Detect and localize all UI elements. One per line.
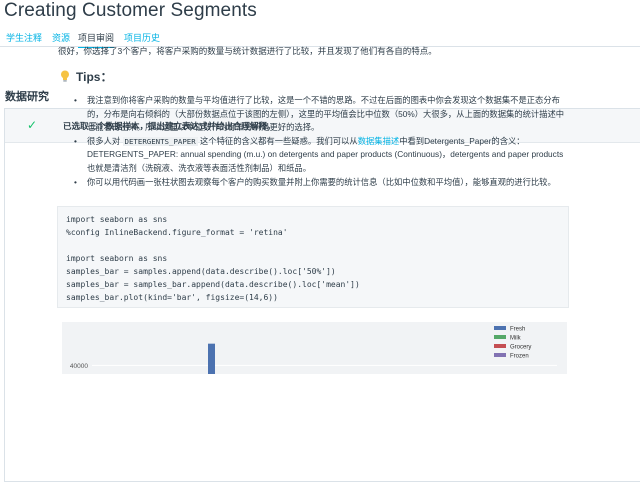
code-line: samples_bar = samples_bar.append(data.de…	[66, 280, 360, 289]
code-line: %config InlineBackend.figure_format = 'r…	[66, 228, 288, 237]
code-line: samples_bar = samples.append(data.descri…	[66, 267, 336, 276]
legend-label-milk: Milk	[510, 336, 522, 342]
tip-text: 很多人对	[87, 135, 121, 146]
bar-fresh	[208, 343, 215, 374]
section-title: 数据研究	[5, 91, 49, 103]
inline-code: DETERGENTS_PAPER	[122, 136, 198, 146]
legend-swatch-frozen	[494, 353, 506, 357]
tip-text: 我注意到你将客户采购的数量与平均值进行了比较，这是一个不错的思路。不过在后面的图…	[87, 95, 565, 133]
y-tick-label: 40000	[70, 363, 88, 370]
list-item: 你可以用代码画一张柱状图去观察每个客户的购买数量并附上你需要的统计信息（比如中位…	[68, 176, 568, 190]
check-icon: ✓	[27, 118, 38, 132]
legend-label-grocery: Grocery	[510, 345, 531, 351]
bar-chart: 40000 Fresh Milk Grocery Frozen	[62, 322, 567, 374]
list-item: 我注意到你将客户采购的数量与平均值进行了比较，这是一个不错的思路。不过在后面的图…	[68, 94, 568, 135]
lightbulb-icon	[61, 70, 69, 82]
tips-title: Tips：	[76, 70, 113, 84]
legend-label-fresh: Fresh	[510, 327, 525, 333]
tip-text: 你可以用代码画一张柱状图去观察每个客户的购买数量并附上你需要的统计信息（比如中位…	[87, 176, 556, 187]
header: Creating Customer Segments 学生注释 资源 项目审阅 …	[0, 0, 640, 48]
tip-text: DETERGENTS_PAPER: annual spending (m.u.)…	[87, 149, 442, 160]
tip-text: 这个特征的含义都有一些疑惑。我们可以从	[200, 135, 358, 146]
dataset-description-link[interactable]: 数据集描述	[358, 136, 400, 146]
review-comment: 很好，你选择了3个客户，将客户采购的数量与统计数据进行了比较，并且发现了他们有各…	[58, 46, 437, 56]
legend-label-frozen: Frozen	[510, 354, 529, 360]
code-line: import seaborn as sns	[66, 254, 168, 263]
tips-list: 我注意到你将客户采购的数量与平均值进行了比较，这是一个不错的思路。不过在后面的图…	[68, 94, 568, 189]
list-item: 很多人对 DETERGENTS_PAPER 这个特征的含义都有一些疑惑。我们可以…	[68, 135, 568, 176]
legend-swatch-milk	[494, 335, 506, 339]
legend-swatch-grocery	[494, 344, 506, 348]
legend-swatch-fresh	[494, 326, 506, 330]
tab-resources[interactable]: 资源	[52, 31, 70, 44]
code-line: samples_bar.plot(kind='bar', figsize=(14…	[66, 293, 278, 302]
page-title: Creating Customer Segments	[4, 0, 257, 21]
code-block: import seaborn as sns %config InlineBack…	[57, 206, 569, 308]
chart-svg: 40000 Fresh Milk Grocery Frozen	[70, 326, 557, 374]
tab-student-notes[interactable]: 学生注释	[6, 31, 42, 44]
code-line: import seaborn as sns	[66, 215, 168, 224]
tab-project-history[interactable]: 项目历史	[124, 31, 160, 44]
tip-text: 中看到Detergents_Paper的含义：	[399, 135, 525, 146]
